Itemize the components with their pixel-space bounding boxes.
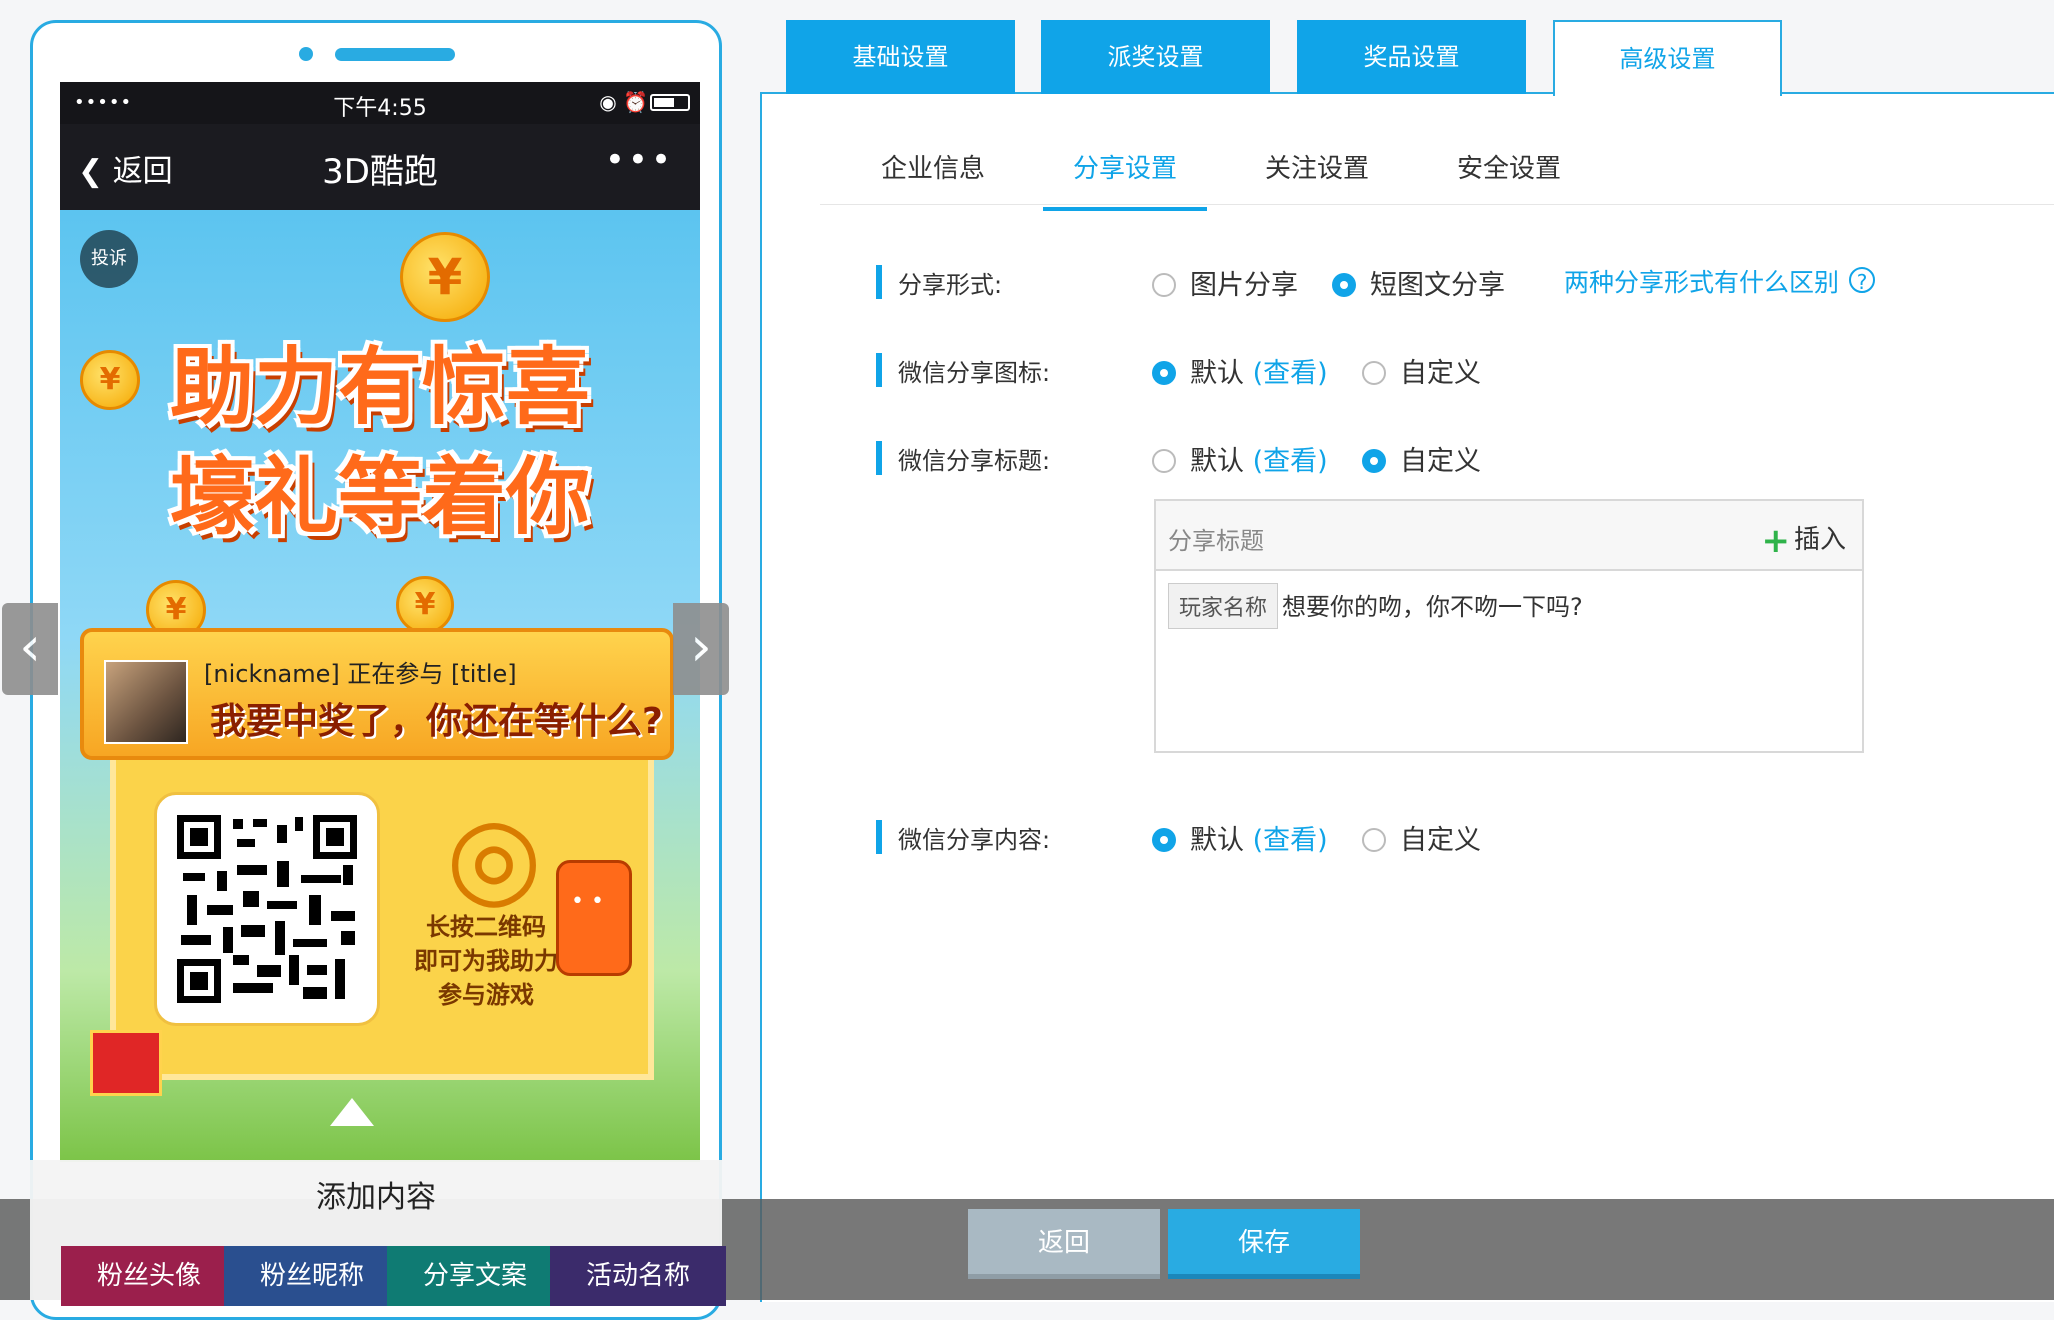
image-share-option[interactable]: 图片分享 bbox=[1152, 263, 1298, 302]
invite-banner: [nickname] 正在参与 [title] 我要中奖了，你还在等什么? bbox=[80, 628, 674, 760]
default-label: 默认 bbox=[1190, 358, 1244, 389]
editor-toolbar: 分享标题 + 插入 bbox=[1156, 501, 1862, 571]
image-share-label: 图片分享 bbox=[1190, 270, 1298, 301]
share-content-default-option[interactable]: 默认 (查看) bbox=[1152, 818, 1328, 857]
insert-label: 插入 bbox=[1793, 525, 1846, 555]
share-form-help-link[interactable]: 两种分享形式有什么区别? bbox=[1564, 263, 1876, 299]
short-article-share-label: 短图文分享 bbox=[1370, 270, 1505, 301]
subtab-company-info[interactable]: 企业信息 bbox=[881, 148, 985, 207]
poster-image: 投诉 ¥ ¥ ¥ ¥ 助力有惊喜 壕礼等着你 [nickname] 正在参与 [… bbox=[60, 210, 700, 1162]
add-content-title: 添加内容 bbox=[316, 1180, 436, 1215]
subtab-bar: 企业信息 分享设置 关注设置 安全设置 bbox=[820, 120, 2054, 211]
view-link[interactable]: (查看) bbox=[1253, 358, 1328, 389]
help-link-text: 两种分享形式有什么区别 bbox=[1564, 268, 1840, 297]
row-marker bbox=[876, 441, 882, 475]
tab-advanced[interactable]: 高级设置 bbox=[1553, 20, 1782, 96]
tab-prizes[interactable]: 奖品设置 bbox=[1297, 20, 1526, 94]
subtab-share-settings[interactable]: 分享设置 bbox=[1043, 148, 1208, 211]
mascot-image bbox=[556, 860, 632, 976]
invite-line-1: [nickname] 正在参与 [title] bbox=[204, 660, 517, 688]
qr-card: ◎ 长按二维码 即可为我助力 参与游戏 bbox=[110, 760, 654, 1080]
share-form-label: 分享形式: bbox=[898, 271, 1003, 299]
chip-fan-nickname[interactable]: 粉丝昵称 bbox=[224, 1246, 400, 1306]
row-marker bbox=[876, 353, 882, 387]
question-icon[interactable]: ? bbox=[1849, 267, 1876, 294]
share-icon-label: 微信分享图标: bbox=[898, 359, 1051, 387]
next-arrow-button[interactable]: › bbox=[673, 603, 729, 695]
camera-dot bbox=[299, 47, 313, 61]
status-icons: ◉ ⏰ bbox=[599, 90, 648, 114]
qr-code-icon bbox=[177, 815, 357, 1003]
add-content-panel: 添加内容 粉丝头像 粉丝昵称 分享文案 活动名称 bbox=[30, 1160, 726, 1306]
prev-arrow-button[interactable]: ‹ bbox=[2, 603, 58, 695]
back-button[interactable]: 返回 bbox=[968, 1209, 1160, 1279]
subtab-security-settings[interactable]: 安全设置 bbox=[1457, 148, 1561, 207]
chip-activity-name[interactable]: 活动名称 bbox=[550, 1246, 726, 1306]
short-article-share-option[interactable]: 短图文分享 bbox=[1332, 263, 1505, 302]
qr-code bbox=[154, 792, 380, 1026]
radio-share-content-custom[interactable] bbox=[1362, 828, 1386, 852]
insert-button[interactable]: + 插入 bbox=[1761, 519, 1846, 561]
phone-preview: ••••• 下午4:55 ◉ ⏰ ❮ 返回 3D酷跑 ••• 投诉 ¥ ¥ ¥ … bbox=[30, 20, 722, 1320]
chip-share-copy[interactable]: 分享文案 bbox=[387, 1246, 563, 1306]
poster-headline-1: 助力有惊喜 bbox=[169, 338, 590, 436]
share-title-editor[interactable]: 分享标题 + 插入 玩家名称 想要你的吻，你不吻一下吗? bbox=[1154, 499, 1864, 753]
custom-label: 自定义 bbox=[1400, 825, 1481, 856]
share-icon-default-option[interactable]: 默认 (查看) bbox=[1152, 351, 1328, 390]
share-icon-row: 微信分享图标: 默认 (查看) 自定义 bbox=[876, 351, 1676, 391]
more-icon[interactable]: ••• bbox=[605, 140, 674, 180]
view-link[interactable]: (查看) bbox=[1253, 446, 1328, 477]
radio-share-content-default[interactable] bbox=[1152, 828, 1176, 852]
coin-icon: ¥ bbox=[396, 576, 454, 634]
radio-share-icon-default[interactable] bbox=[1152, 361, 1176, 385]
wechat-navbar: ❮ 返回 3D酷跑 ••• bbox=[60, 124, 700, 210]
share-title-label: 微信分享标题: bbox=[898, 447, 1051, 475]
fingerprint-icon: ◎ bbox=[446, 792, 542, 920]
player-name-tag[interactable]: 玩家名称 bbox=[1168, 583, 1279, 629]
radio-share-title-custom[interactable] bbox=[1362, 449, 1386, 473]
phone-screen: ••••• 下午4:55 ◉ ⏰ ❮ 返回 3D酷跑 ••• 投诉 ¥ ¥ ¥ … bbox=[60, 82, 700, 1162]
invite-line-2: 我要中奖了，你还在等什么? bbox=[210, 701, 663, 742]
row-marker bbox=[876, 265, 882, 299]
radio-short-article-share[interactable] bbox=[1332, 273, 1356, 297]
subtab-follow-settings[interactable]: 关注设置 bbox=[1265, 148, 1369, 207]
share-title-row: 微信分享标题: 默认 (查看) 自定义 bbox=[876, 439, 1676, 479]
gift-icon bbox=[90, 1030, 162, 1096]
row-marker bbox=[876, 820, 882, 854]
battery-icon bbox=[650, 94, 690, 111]
panel-pointer bbox=[330, 1098, 374, 1126]
custom-label: 自定义 bbox=[1400, 358, 1481, 389]
view-link[interactable]: (查看) bbox=[1253, 825, 1328, 856]
chip-fan-avatar[interactable]: 粉丝头像 bbox=[61, 1246, 237, 1306]
poster-headline-2: 壕礼等着你 bbox=[169, 448, 590, 546]
share-icon-custom-option[interactable]: 自定义 bbox=[1362, 351, 1481, 390]
default-label: 默认 bbox=[1190, 446, 1244, 477]
complain-badge[interactable]: 投诉 bbox=[80, 230, 138, 288]
editor-text: 想要你的吻，你不吻一下吗? bbox=[1282, 593, 1583, 621]
radio-share-title-default[interactable] bbox=[1152, 449, 1176, 473]
share-title-custom-option[interactable]: 自定义 bbox=[1362, 439, 1481, 478]
status-bar: ••••• 下午4:55 ◉ ⏰ bbox=[60, 82, 700, 124]
default-label: 默认 bbox=[1190, 825, 1244, 856]
radio-image-share[interactable] bbox=[1152, 273, 1176, 297]
tab-basic[interactable]: 基础设置 bbox=[786, 20, 1015, 94]
speaker-slot bbox=[335, 48, 455, 61]
tab-prize-dispatch[interactable]: 派奖设置 bbox=[1041, 20, 1270, 94]
plus-icon: + bbox=[1761, 521, 1790, 561]
save-button[interactable]: 保存 bbox=[1168, 1209, 1360, 1279]
share-content-row: 微信分享内容: 默认 (查看) 自定义 bbox=[876, 818, 1676, 858]
scan-instruction: 长按二维码 即可为我助力 参与游戏 bbox=[414, 913, 558, 1009]
editor-title-placeholder: 分享标题 bbox=[1168, 527, 1264, 555]
editor-content[interactable]: 玩家名称 想要你的吻，你不吻一下吗? bbox=[1168, 583, 1583, 629]
share-content-custom-option[interactable]: 自定义 bbox=[1362, 818, 1481, 857]
coin-icon: ¥ bbox=[400, 232, 490, 322]
radio-share-icon-custom[interactable] bbox=[1362, 361, 1386, 385]
avatar bbox=[104, 660, 188, 744]
share-form-row: 分享形式: 图片分享 短图文分享 两种分享形式有什么区别? bbox=[876, 263, 1976, 303]
custom-label: 自定义 bbox=[1400, 446, 1481, 477]
share-content-label: 微信分享内容: bbox=[898, 826, 1051, 854]
share-title-default-option[interactable]: 默认 (查看) bbox=[1152, 439, 1328, 478]
